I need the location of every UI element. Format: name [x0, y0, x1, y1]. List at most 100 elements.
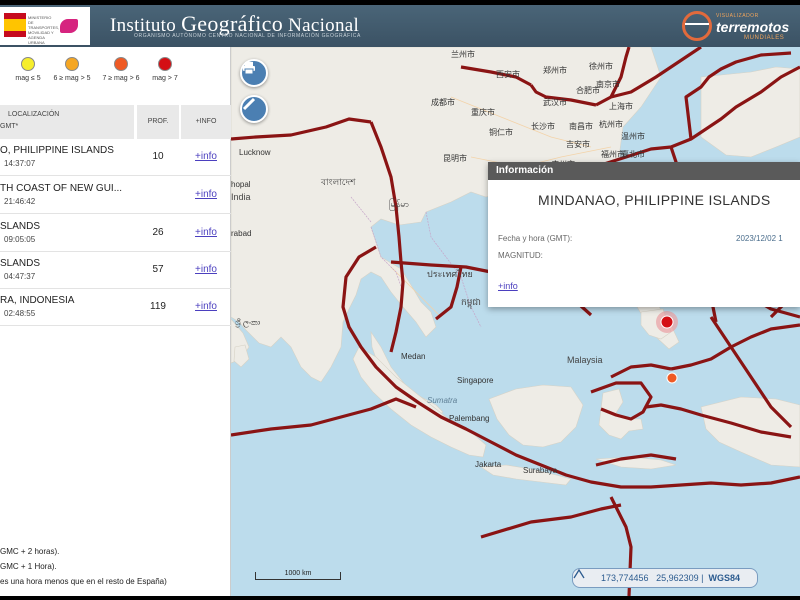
ministry-logo[interactable]: MINISTERIO DE TRANSPORTES, MOVILIDAD Y A… [0, 7, 90, 45]
row-location: SLANDS [0, 258, 41, 269]
timezone-note: GMC + 2 horas). [0, 547, 60, 556]
legend-item: 7 ≥ mag > 6 [96, 57, 146, 82]
measure-button[interactable] [240, 95, 268, 123]
printer-icon [243, 62, 255, 75]
magnitude-legend: mag ≤ 5 6 ≥ mag > 5 7 ≥ mag > 6 mag > 7 [0, 57, 231, 97]
column-header-label: GMT* [0, 123, 19, 130]
magnitude-dot-icon [65, 57, 79, 71]
earthquake-marker-sulawesi[interactable] [666, 372, 678, 384]
row-depth: 57 [152, 264, 164, 275]
print-button[interactable] [240, 59, 268, 87]
country-label: ประเทศไทย [427, 269, 473, 279]
seismic-wave-icon [685, 23, 709, 27]
date-label: Fecha y hora (GMT): [498, 234, 573, 243]
city-label: 重庆市 [471, 107, 495, 117]
legend-label: 6 ≥ mag > 5 [53, 75, 91, 82]
site-subtitle: ORGANISMO AUTÓNOMO CENTRO NACIONAL DE IN… [134, 33, 361, 39]
country-label: বাংলাদেশ [320, 177, 356, 187]
earthquake-list-panel: mag ≤ 5 6 ≥ mag > 5 7 ≥ mag > 6 mag > 7 … [0, 47, 231, 596]
row-depth: 10 [152, 151, 164, 162]
japan-korea [700, 66, 800, 158]
row-location: SLANDS [0, 221, 41, 232]
city-label: 成都市 [431, 97, 455, 107]
table-header: LOCALIZACIÓN GMT* PROF. +INFO [0, 105, 231, 139]
city-label: 臺北市 [621, 149, 645, 159]
magnitude-dot-icon [158, 57, 172, 71]
arrows-icon [573, 569, 585, 579]
city-label: 温州市 [621, 131, 645, 141]
country-label: កម្ពុជា [461, 297, 481, 309]
popup-header: Información [488, 162, 800, 180]
legend-item: mag > 7 [140, 57, 190, 82]
scale-label: 1000 km [284, 570, 312, 577]
visor-brand-logo: VISUALIZADOR terremotos MUNDIALES [682, 9, 800, 43]
row-time: 09:05:05 [4, 235, 36, 244]
city-label: Lucknow [239, 148, 271, 157]
cursor-coordinates[interactable]: 173,774456 25,962309 | WGS84 [572, 568, 758, 588]
longitude-value: 173,774456 [601, 573, 649, 583]
city-label: Jakarta [475, 460, 502, 469]
city-label: 杭州市 [599, 119, 623, 129]
legend-label: mag > 7 [152, 75, 178, 82]
city-label: Medan [401, 352, 425, 361]
popup-title: MINDANAO, PHILIPPINE ISLANDS [538, 192, 771, 208]
city-label: 昆明市 [443, 153, 467, 163]
city-label: 上海市 [609, 101, 633, 111]
legend-label: mag ≤ 5 [15, 75, 41, 82]
table-row[interactable]: SLANDS 04:47:37 57 +info [0, 252, 231, 289]
table-row[interactable]: SLANDS 09:05:05 26 +info [0, 215, 231, 252]
date-value: 2023/12/02 1 [736, 234, 783, 243]
magnitude-label: MAGNITUD: [498, 251, 543, 260]
popup-info-link[interactable]: +info [498, 281, 518, 291]
brand-bottom-text: MUNDIALES [744, 35, 785, 41]
column-header-location[interactable]: LOCALIZACIÓN GMT* [0, 105, 134, 139]
map-view[interactable]: 兰州市 西安市 郑州市 徐州市 成都市 重庆市 武汉市 合肥市 南京市 上海市 … [231, 47, 800, 596]
city-label: 兰州市 [451, 49, 475, 59]
earthquake-marker-mindanao[interactable] [660, 315, 674, 329]
column-header-depth[interactable]: PROF. [137, 105, 179, 139]
row-depth: 119 [150, 301, 166, 312]
country-label: India [231, 192, 251, 202]
row-time: 14:37:07 [4, 159, 36, 168]
borneo [488, 384, 584, 448]
island-label: Sumatra [427, 396, 458, 405]
legend-item: 6 ≥ mag > 5 [47, 57, 97, 82]
legend-label: 7 ≥ mag > 6 [102, 75, 140, 82]
city-label: 西安市 [496, 69, 520, 79]
city-label: Singapore [457, 376, 494, 385]
row-info-link[interactable]: +info [181, 189, 231, 200]
city-label: 铜仁市 [489, 127, 513, 137]
city-label: 武汉市 [543, 97, 567, 107]
column-header-label: LOCALIZACIÓN [8, 111, 60, 118]
map-canvas[interactable]: 兰州市 西安市 郑州市 徐州市 成都市 重庆市 武汉市 合肥市 南京市 上海市 … [231, 47, 800, 596]
header-bar: MINISTERIO DE TRANSPORTES, MOVILIDAD Y A… [0, 5, 800, 47]
table-row[interactable]: TH COAST OF NEW GUI... 21:46:42 +info [0, 177, 231, 214]
timezone-note: GMC + 1 Hora). [0, 562, 57, 571]
row-time: 04:47:37 [4, 272, 36, 281]
legend-item: mag ≤ 5 [3, 57, 53, 82]
row-time: 02:48:55 [4, 309, 36, 318]
city-label: 郑州市 [543, 65, 567, 75]
latitude-value: 25,962309 [656, 573, 699, 583]
table-row[interactable]: RA, INDONESIA 02:48:55 119 +info [0, 289, 231, 326]
city-label: Palembang [449, 414, 489, 423]
city-label: rabad [231, 229, 251, 238]
row-info-link[interactable]: +info [181, 264, 231, 275]
ruler-icon [242, 97, 256, 111]
row-info-link[interactable]: +info [181, 151, 231, 162]
row-location: O, PHILIPPINE ISLANDS [0, 145, 114, 156]
spain-flag-icon [4, 13, 26, 37]
row-info-link[interactable]: +info [181, 227, 231, 238]
row-info-link[interactable]: +info [181, 301, 231, 312]
country-label: Malaysia [567, 355, 603, 365]
row-location: TH COAST OF NEW GUI... [0, 183, 123, 194]
column-header-info[interactable]: +INFO [181, 105, 231, 139]
magnitude-dot-icon [21, 57, 35, 71]
city-label: 吉安市 [566, 139, 590, 149]
city-label: 徐州市 [589, 61, 613, 71]
brand-name: terremotos [716, 19, 790, 35]
city-label: Surabaya [523, 466, 558, 475]
table-row[interactable]: O, PHILIPPINE ISLANDS 14:37:07 10 +info [0, 139, 231, 176]
crs-value: WGS84 [708, 573, 740, 583]
city-label: 长沙市 [531, 121, 555, 131]
